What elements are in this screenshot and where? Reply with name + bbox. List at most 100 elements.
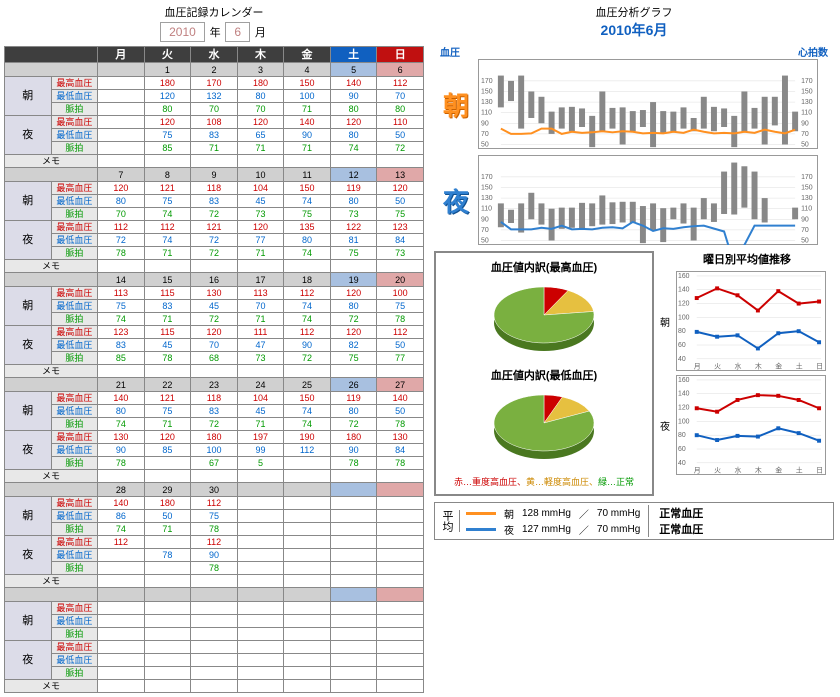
value-cell[interactable]: 74 [98, 418, 145, 431]
value-cell[interactable]: 120 [237, 221, 284, 234]
memo-cell[interactable] [330, 365, 377, 378]
value-cell[interactable]: 112 [191, 497, 238, 510]
value-cell[interactable]: 77 [377, 352, 424, 365]
value-cell[interactable]: 120 [330, 287, 377, 300]
value-cell[interactable]: 120 [144, 90, 191, 103]
value-cell[interactable] [330, 536, 377, 549]
value-cell[interactable] [98, 142, 145, 155]
value-cell[interactable]: 71 [237, 247, 284, 260]
value-cell[interactable]: 50 [377, 129, 424, 142]
value-cell[interactable]: 80 [284, 234, 331, 247]
value-cell[interactable]: 74 [144, 234, 191, 247]
value-cell[interactable] [284, 602, 331, 615]
value-cell[interactable]: 72 [377, 142, 424, 155]
value-cell[interactable]: 115 [144, 287, 191, 300]
value-cell[interactable]: 75 [284, 208, 331, 221]
value-cell[interactable]: 74 [284, 247, 331, 260]
value-cell[interactable] [237, 641, 284, 654]
value-cell[interactable]: 71 [144, 247, 191, 260]
value-cell[interactable]: 130 [377, 431, 424, 444]
value-cell[interactable]: 140 [330, 77, 377, 90]
memo-cell[interactable] [377, 575, 424, 588]
value-cell[interactable]: 197 [237, 431, 284, 444]
memo-cell[interactable] [144, 680, 191, 693]
value-cell[interactable]: 170 [191, 77, 238, 90]
value-cell[interactable] [284, 562, 331, 575]
value-cell[interactable] [330, 549, 377, 562]
value-cell[interactable] [144, 615, 191, 628]
value-cell[interactable]: 119 [330, 392, 377, 405]
value-cell[interactable]: 68 [191, 352, 238, 365]
memo-cell[interactable] [191, 260, 238, 273]
value-cell[interactable]: 72 [191, 234, 238, 247]
value-cell[interactable]: 5 [237, 457, 284, 470]
value-cell[interactable] [237, 667, 284, 680]
value-cell[interactable]: 113 [237, 287, 284, 300]
value-cell[interactable]: 72 [330, 418, 377, 431]
value-cell[interactable]: 75 [144, 129, 191, 142]
value-cell[interactable]: 99 [237, 444, 284, 457]
value-cell[interactable]: 90 [98, 444, 145, 457]
value-cell[interactable]: 65 [237, 129, 284, 142]
value-cell[interactable]: 123 [98, 326, 145, 339]
value-cell[interactable] [377, 654, 424, 667]
value-cell[interactable]: 112 [284, 444, 331, 457]
value-cell[interactable] [377, 628, 424, 641]
value-cell[interactable]: 112 [98, 536, 145, 549]
value-cell[interactable]: 78 [330, 457, 377, 470]
memo-cell[interactable] [284, 575, 331, 588]
value-cell[interactable]: 120 [237, 116, 284, 129]
value-cell[interactable]: 75 [330, 247, 377, 260]
value-cell[interactable]: 73 [377, 247, 424, 260]
value-cell[interactable]: 112 [284, 326, 331, 339]
value-cell[interactable] [284, 654, 331, 667]
value-cell[interactable]: 132 [191, 90, 238, 103]
value-cell[interactable]: 121 [144, 182, 191, 195]
value-cell[interactable]: 140 [98, 392, 145, 405]
memo-cell[interactable] [237, 575, 284, 588]
value-cell[interactable]: 78 [144, 352, 191, 365]
value-cell[interactable]: 74 [284, 313, 331, 326]
value-cell[interactable]: 72 [191, 418, 238, 431]
value-cell[interactable]: 150 [284, 182, 331, 195]
value-cell[interactable] [237, 536, 284, 549]
value-cell[interactable]: 71 [144, 313, 191, 326]
value-cell[interactable] [98, 549, 145, 562]
memo-cell[interactable] [144, 260, 191, 273]
value-cell[interactable]: 72 [191, 208, 238, 221]
memo-cell[interactable] [191, 575, 238, 588]
value-cell[interactable]: 75 [191, 510, 238, 523]
value-cell[interactable]: 190 [284, 431, 331, 444]
value-cell[interactable]: 90 [284, 339, 331, 352]
value-cell[interactable] [98, 602, 145, 615]
value-cell[interactable] [330, 510, 377, 523]
value-cell[interactable] [284, 615, 331, 628]
value-cell[interactable] [191, 602, 238, 615]
value-cell[interactable]: 77 [237, 234, 284, 247]
value-cell[interactable]: 120 [144, 116, 191, 129]
value-cell[interactable]: 75 [377, 300, 424, 313]
value-cell[interactable] [98, 628, 145, 641]
value-cell[interactable] [144, 641, 191, 654]
value-cell[interactable]: 120 [377, 182, 424, 195]
value-cell[interactable] [330, 497, 377, 510]
memo-cell[interactable] [98, 260, 145, 273]
value-cell[interactable]: 73 [237, 208, 284, 221]
value-cell[interactable]: 83 [191, 129, 238, 142]
value-cell[interactable]: 104 [237, 392, 284, 405]
value-cell[interactable]: 71 [284, 103, 331, 116]
value-cell[interactable]: 83 [144, 300, 191, 313]
value-cell[interactable]: 140 [98, 497, 145, 510]
value-cell[interactable] [377, 641, 424, 654]
memo-cell[interactable] [98, 470, 145, 483]
value-cell[interactable]: 75 [144, 405, 191, 418]
value-cell[interactable]: 72 [284, 352, 331, 365]
value-cell[interactable]: 121 [144, 392, 191, 405]
value-cell[interactable]: 140 [284, 116, 331, 129]
memo-cell[interactable] [330, 470, 377, 483]
value-cell[interactable] [98, 562, 145, 575]
value-cell[interactable]: 74 [284, 195, 331, 208]
value-cell[interactable]: 73 [237, 352, 284, 365]
value-cell[interactable]: 100 [191, 444, 238, 457]
value-cell[interactable]: 150 [284, 392, 331, 405]
